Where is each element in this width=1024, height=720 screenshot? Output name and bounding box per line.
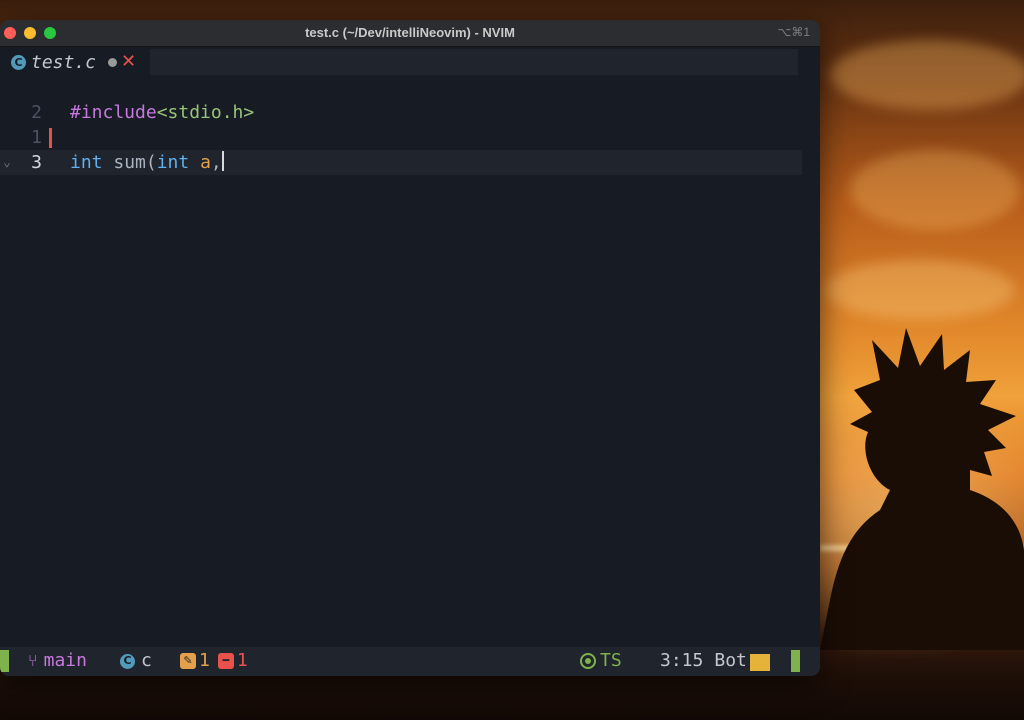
tabline-fill bbox=[150, 49, 798, 75]
fold-chevron-icon[interactable]: ⌄ bbox=[3, 150, 11, 175]
code-line[interactable]: 1 bbox=[0, 125, 802, 150]
text-cursor bbox=[221, 151, 224, 171]
code-token: a bbox=[200, 152, 211, 173]
c-file-icon: C bbox=[11, 54, 26, 70]
code-line-current[interactable]: ⌄ 3 int sum(int a, bbox=[0, 150, 802, 175]
tabline: C test.c ✕ bbox=[0, 47, 820, 77]
c-file-icon: C bbox=[120, 653, 135, 669]
filetype: C c bbox=[120, 650, 152, 672]
code-token: sum( bbox=[102, 152, 157, 173]
git-change-sign bbox=[49, 128, 52, 148]
line-number: 2 bbox=[31, 102, 42, 123]
line-code: #include<stdio.h> bbox=[70, 100, 254, 125]
scrollbar-track[interactable] bbox=[802, 77, 820, 647]
diagnostics[interactable]: ✎ 1 ━ 1 bbox=[180, 650, 248, 672]
pencil-icon: ✎ bbox=[180, 653, 196, 669]
filetype-label: c bbox=[141, 650, 152, 671]
git-branch[interactable]: ⑂ main bbox=[28, 650, 87, 672]
code-token: int bbox=[156, 152, 190, 173]
code-line[interactable]: 2 #include<stdio.h> bbox=[0, 100, 802, 125]
line-code: int sum(int a, bbox=[70, 150, 224, 175]
scroll-label: Bot bbox=[714, 650, 747, 671]
editor-area[interactable]: 2 #include<stdio.h> 1 ⌄ 3 int sum(int a, bbox=[0, 77, 820, 647]
title-bar[interactable]: test.c (~/Dev/intelliNeovim) - NVIM ⌥⌘1 bbox=[0, 20, 820, 47]
code-token: <stdio.h> bbox=[156, 102, 255, 123]
warning-count: 1 bbox=[199, 650, 210, 671]
mode-indicator-right bbox=[791, 650, 800, 672]
nvim-window: test.c (~/Dev/intelliNeovim) - NVIM ⌥⌘1 … bbox=[0, 20, 820, 676]
position-label: 3:15 bbox=[660, 650, 704, 671]
tab-label: test.c bbox=[31, 51, 97, 73]
window-shortcut: ⌥⌘1 bbox=[777, 25, 810, 39]
scroll-progress-block bbox=[750, 654, 770, 671]
wallpaper-silhouette bbox=[820, 328, 1024, 650]
error-count: 1 bbox=[236, 650, 248, 671]
tab-test-c[interactable]: C test.c ✕ bbox=[0, 47, 148, 77]
git-branch-icon: ⑂ bbox=[28, 651, 38, 670]
wallpaper-cloud bbox=[850, 150, 1020, 230]
modified-dot-icon bbox=[108, 57, 118, 67]
window-title: test.c (~/Dev/intelliNeovim) - NVIM bbox=[305, 25, 515, 40]
line-number: 1 bbox=[31, 127, 42, 148]
line-number: 3 bbox=[31, 152, 42, 173]
cursor-position: 3:15 Bot bbox=[660, 650, 747, 672]
code-token: int bbox=[70, 152, 103, 173]
treesitter-label: TS bbox=[600, 650, 622, 671]
minus-icon: ━ bbox=[217, 653, 234, 669]
code-token: , bbox=[210, 152, 222, 173]
code-token: #include bbox=[70, 102, 157, 123]
branch-name: main bbox=[43, 650, 87, 671]
wallpaper-cloud bbox=[830, 40, 1024, 110]
mode-indicator bbox=[0, 650, 9, 672]
treesitter-status: TS bbox=[580, 650, 622, 672]
wallpaper-cloud bbox=[825, 260, 1015, 320]
treesitter-icon bbox=[580, 653, 596, 669]
close-icon[interactable]: ✕ bbox=[121, 53, 136, 71]
statusline: ⑂ main C c ✎ 1 ━ 1 TS 3:15 Bot bbox=[0, 647, 820, 676]
